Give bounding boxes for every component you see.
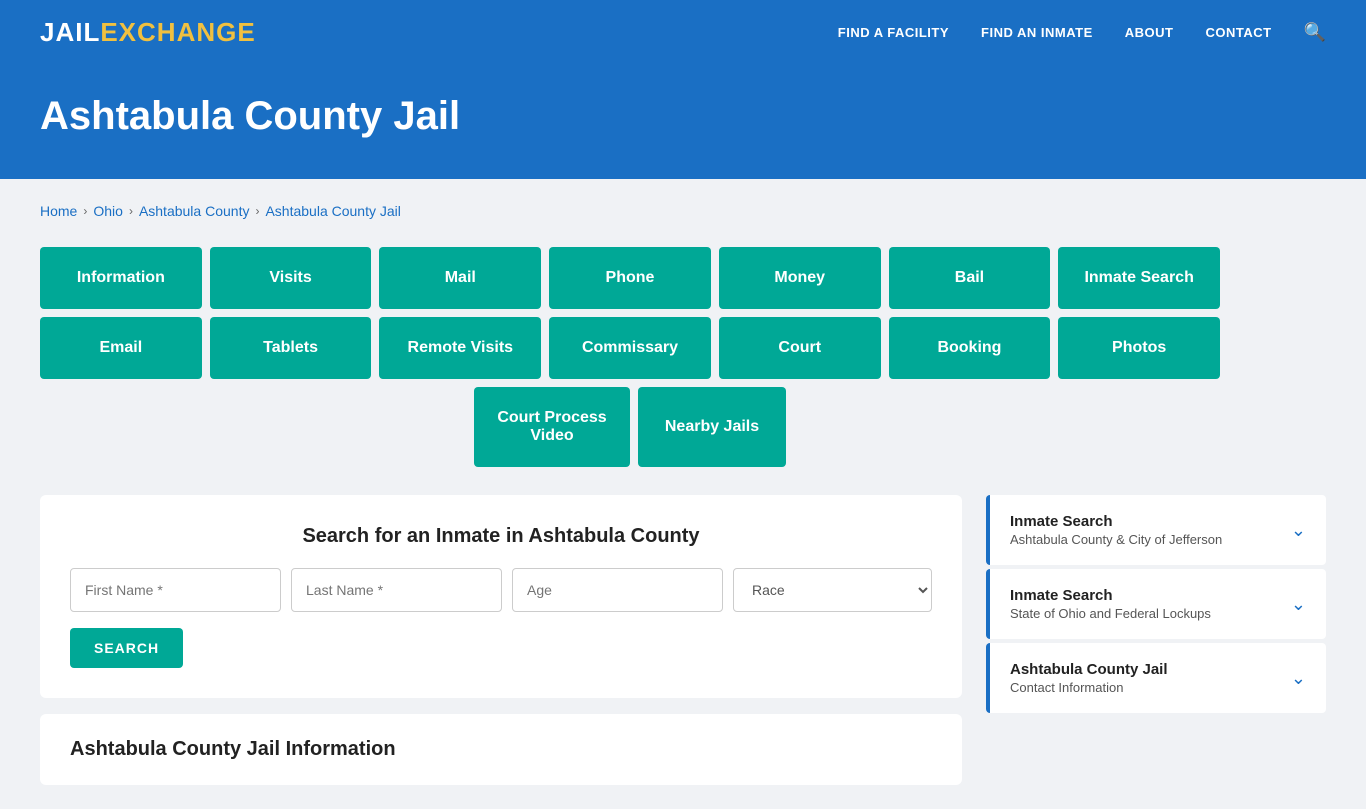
button-row-0: InformationVisitsMailPhoneMoneyBailInmat…: [40, 247, 1220, 309]
sidebar-card-title-1: Inmate Search: [1010, 587, 1211, 604]
sidebar-card-sub-0: Ashtabula County & City of Jefferson: [1010, 532, 1222, 547]
page-title: Ashtabula County Jail: [40, 94, 1326, 139]
sidebar-card-2[interactable]: Ashtabula County Jail Contact Informatio…: [986, 643, 1326, 713]
grid-btn-court-process-video[interactable]: Court Process Video: [474, 387, 630, 467]
nav-item-contact[interactable]: CONTACT: [1205, 25, 1271, 40]
search-button[interactable]: SEARCH: [70, 628, 183, 668]
info-section: Ashtabula County Jail Information: [40, 714, 962, 785]
button-grid: InformationVisitsMailPhoneMoneyBailInmat…: [40, 247, 1220, 467]
search-title: Search for an Inmate in Ashtabula County: [70, 525, 932, 548]
grid-btn-visits[interactable]: Visits: [210, 247, 372, 309]
breadcrumb-item[interactable]: Home: [40, 203, 77, 219]
grid-btn-mail[interactable]: Mail: [379, 247, 541, 309]
sidebar: Inmate Search Ashtabula County & City of…: [986, 495, 1326, 715]
grid-btn-email[interactable]: Email: [40, 317, 202, 379]
main-content: Home › Ohio › Ashtabula County › Ashtabula Cou…: [0, 179, 1366, 809]
info-title: Ashtabula County Jail Information: [70, 738, 932, 761]
content-layout: Search for an Inmate in Ashtabula County…: [40, 495, 1326, 785]
breadcrumb-separator: ›: [83, 204, 87, 218]
grid-btn-photos[interactable]: Photos: [1058, 317, 1220, 379]
sidebar-card-sub-2: Contact Information: [1010, 680, 1168, 695]
breadcrumb-separator: ›: [255, 204, 259, 218]
grid-btn-court[interactable]: Court: [719, 317, 881, 379]
search-icon[interactable]: 🔍: [1304, 22, 1326, 43]
grid-btn-remote-visits[interactable]: Remote Visits: [379, 317, 541, 379]
sidebar-card-0[interactable]: Inmate Search Ashtabula County & City of…: [986, 495, 1326, 565]
chevron-down-icon: ⌄: [1291, 520, 1306, 541]
grid-btn-commissary[interactable]: Commissary: [549, 317, 711, 379]
button-row-1: EmailTabletsRemote VisitsCommissaryCourt…: [40, 317, 1220, 379]
grid-btn-booking[interactable]: Booking: [889, 317, 1051, 379]
grid-btn-money[interactable]: Money: [719, 247, 881, 309]
chevron-down-icon: ⌄: [1291, 594, 1306, 615]
nav-item-find-facility[interactable]: FIND A FACILITY: [838, 25, 949, 40]
breadcrumb-item: Ashtabula County Jail: [265, 203, 400, 219]
logo-jail: JAIL: [40, 17, 100, 47]
race-select[interactable]: RaceWhiteBlackHispanicAsianOther: [733, 568, 932, 612]
nav-item-about[interactable]: ABOUT: [1125, 25, 1174, 40]
logo-exchange: EXCHANGE: [100, 17, 255, 47]
breadcrumb-separator: ›: [129, 204, 133, 218]
nav-item-find-inmate[interactable]: FIND AN INMATE: [981, 25, 1093, 40]
sidebar-card-title-0: Inmate Search: [1010, 513, 1222, 530]
breadcrumb: Home › Ohio › Ashtabula County › Ashtabula Cou…: [40, 203, 1326, 219]
logo-area[interactable]: JAILEXCHANGE: [40, 17, 256, 48]
grid-btn-nearby-jails[interactable]: Nearby Jails: [638, 387, 786, 467]
grid-btn-information[interactable]: Information: [40, 247, 202, 309]
first-name-input[interactable]: [70, 568, 281, 612]
sidebar-card-text-1: Inmate Search State of Ohio and Federal …: [1010, 587, 1211, 621]
age-input[interactable]: [512, 568, 723, 612]
breadcrumb-item[interactable]: Ohio: [93, 203, 123, 219]
logo[interactable]: JAILEXCHANGE: [40, 17, 256, 48]
search-box: Search for an Inmate in Ashtabula County…: [40, 495, 962, 698]
search-fields: RaceWhiteBlackHispanicAsianOther: [70, 568, 932, 612]
grid-btn-inmate-search[interactable]: Inmate Search: [1058, 247, 1220, 309]
nav: FIND A FACILITY FIND AN INMATE ABOUT CONTAC…: [838, 22, 1326, 43]
header: JAILEXCHANGE FIND A FACILITY FIND AN INMA…: [0, 0, 1366, 64]
grid-btn-bail[interactable]: Bail: [889, 247, 1051, 309]
hero-section: Ashtabula County Jail: [0, 64, 1366, 179]
grid-btn-phone[interactable]: Phone: [549, 247, 711, 309]
sidebar-card-text-0: Inmate Search Ashtabula County & City of…: [1010, 513, 1222, 547]
grid-btn-tablets[interactable]: Tablets: [210, 317, 372, 379]
sidebar-card-1[interactable]: Inmate Search State of Ohio and Federal …: [986, 569, 1326, 639]
sidebar-card-text-2: Ashtabula County Jail Contact Informatio…: [1010, 661, 1168, 695]
sidebar-card-title-2: Ashtabula County Jail: [1010, 661, 1168, 678]
chevron-down-icon: ⌄: [1291, 668, 1306, 689]
breadcrumb-item[interactable]: Ashtabula County: [139, 203, 250, 219]
last-name-input[interactable]: [291, 568, 502, 612]
button-row-2: Court Process VideoNearby Jails: [40, 387, 1220, 467]
sidebar-card-sub-1: State of Ohio and Federal Lockups: [1010, 606, 1211, 621]
